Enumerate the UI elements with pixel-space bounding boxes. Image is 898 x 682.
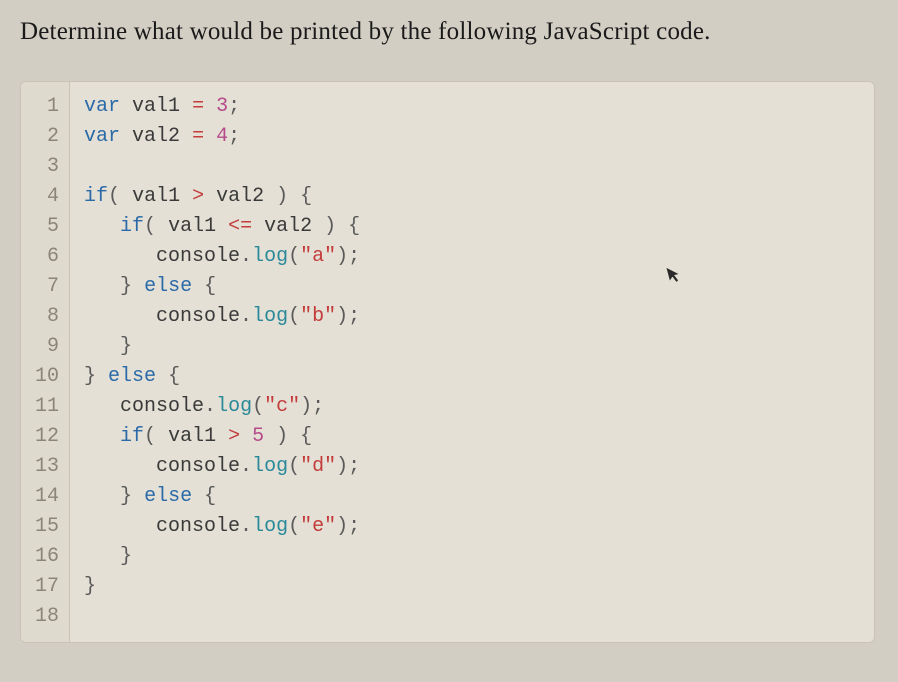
line-number-gutter: 1 2 3 4 5 6 7 8 9 10 11 12 13 14 15 16 1…: [21, 82, 70, 642]
code-line: var val2 = 4;: [84, 125, 240, 148]
line-number: 5: [21, 212, 69, 242]
line-number: 16: [21, 542, 69, 572]
line-number: 8: [21, 302, 69, 332]
line-number: 13: [21, 452, 69, 482]
line-number: 9: [21, 332, 69, 362]
code-line: if( val1 > val2 ) {: [84, 185, 312, 208]
code-line: if( val1 <= val2 ) {: [84, 215, 360, 238]
question-text: Determine what would be printed by the f…: [20, 18, 888, 46]
code-line: console.log("d");: [84, 455, 360, 478]
code-line: }: [84, 545, 132, 568]
line-number: 2: [21, 122, 69, 152]
line-number: 6: [21, 242, 69, 272]
code-line: console.log("b");: [84, 305, 360, 328]
code-line: console.log("a");: [84, 245, 360, 268]
code-line: console.log("c");: [84, 395, 324, 418]
line-number: 12: [21, 422, 69, 452]
code-content: var val1 = 3; var val2 = 4; if( val1 > v…: [70, 82, 374, 642]
code-line: var val1 = 3;: [84, 95, 240, 118]
line-number: 14: [21, 482, 69, 512]
code-line: }: [84, 335, 132, 358]
code-line: } else {: [84, 365, 180, 388]
code-block: 1 2 3 4 5 6 7 8 9 10 11 12 13 14 15 16 1…: [20, 81, 875, 643]
line-number: 4: [21, 182, 69, 212]
code-line: }: [84, 575, 96, 598]
code-line: } else {: [84, 485, 216, 508]
code-line: } else {: [84, 275, 216, 298]
line-number: 11: [21, 392, 69, 422]
line-number: 10: [21, 362, 69, 392]
line-number: 7: [21, 272, 69, 302]
line-number: 3: [21, 152, 69, 182]
line-number: 1: [21, 92, 69, 122]
code-line: console.log("e");: [84, 515, 360, 538]
line-number: 15: [21, 512, 69, 542]
code-line: if( val1 > 5 ) {: [84, 425, 312, 448]
line-number: 18: [21, 602, 69, 632]
line-number: 17: [21, 572, 69, 602]
